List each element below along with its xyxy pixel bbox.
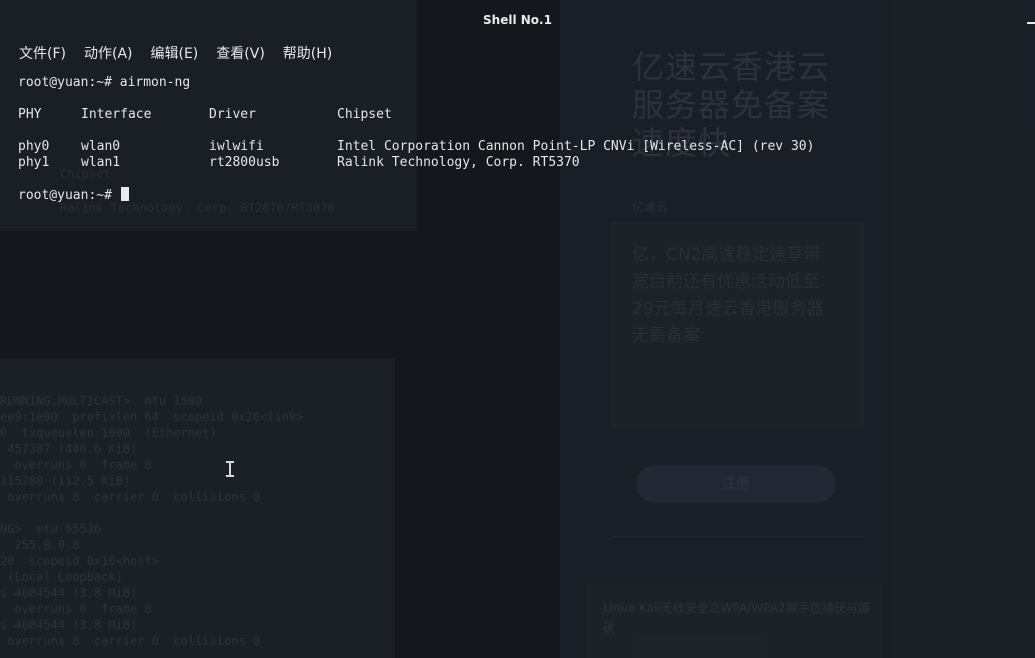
table-header: PHY Interface Driver Chipset bbox=[18, 107, 1028, 123]
window-title: Shell No.1 bbox=[483, 13, 552, 27]
prompt-line[interactable]: root@yuan:~# bbox=[18, 187, 1028, 203]
header-phy: PHY bbox=[18, 107, 42, 122]
menu-bar: 文件(F) 动作(A) 编辑(E) 查看(V) 帮助(H) bbox=[10, 42, 341, 66]
header-driver: Driver bbox=[209, 107, 256, 122]
command-line: root@yuan:~# airmon-ng bbox=[18, 75, 191, 90]
row-chipset: Ralink Technology, Corp. RT5370 bbox=[337, 155, 580, 170]
minimize-icon[interactable] bbox=[1027, 22, 1035, 24]
row-driver: rt2800usb bbox=[209, 155, 280, 170]
header-interface: Interface bbox=[81, 107, 152, 122]
menu-view[interactable]: 查看(V) bbox=[207, 42, 274, 66]
row-phy: phy0 bbox=[18, 139, 50, 154]
menu-file[interactable]: 文件(F) bbox=[10, 42, 75, 66]
ibeam-cursor-icon bbox=[226, 461, 234, 477]
screen: 亿速云香港云服务器免备案速度快 亿速云 亿，CN2高速稳定速享带宽目前还有优惠活… bbox=[0, 0, 1035, 658]
row-interface: wlan1 bbox=[81, 155, 121, 170]
menu-help[interactable]: 帮助(H) bbox=[274, 42, 341, 66]
row-phy: phy1 bbox=[18, 155, 50, 170]
menu-edit[interactable]: 编辑(E) bbox=[142, 42, 208, 66]
window-titlebar[interactable]: Shell No.1 bbox=[0, 0, 1035, 38]
menu-action[interactable]: 动作(A) bbox=[75, 42, 142, 66]
row-driver: iwlwifi bbox=[209, 139, 264, 154]
prompt-text: root@yuan:~# bbox=[18, 188, 120, 203]
row-interface: wlan0 bbox=[81, 139, 121, 154]
text-cursor bbox=[120, 187, 129, 201]
row-chipset: Intel Corporation Cannon Point-LP CNVi [… bbox=[337, 139, 815, 154]
table-row: phy0 wlan0 iwlwifi Intel Corporation Can… bbox=[18, 139, 1028, 155]
table-row: phy1 wlan1 rt2800usb Ralink Technology, … bbox=[18, 155, 1028, 171]
terminal-output[interactable]: root@yuan:~# airmon-ng PHY Interface Dri… bbox=[18, 75, 1028, 203]
header-chipset: Chipset bbox=[337, 107, 392, 122]
